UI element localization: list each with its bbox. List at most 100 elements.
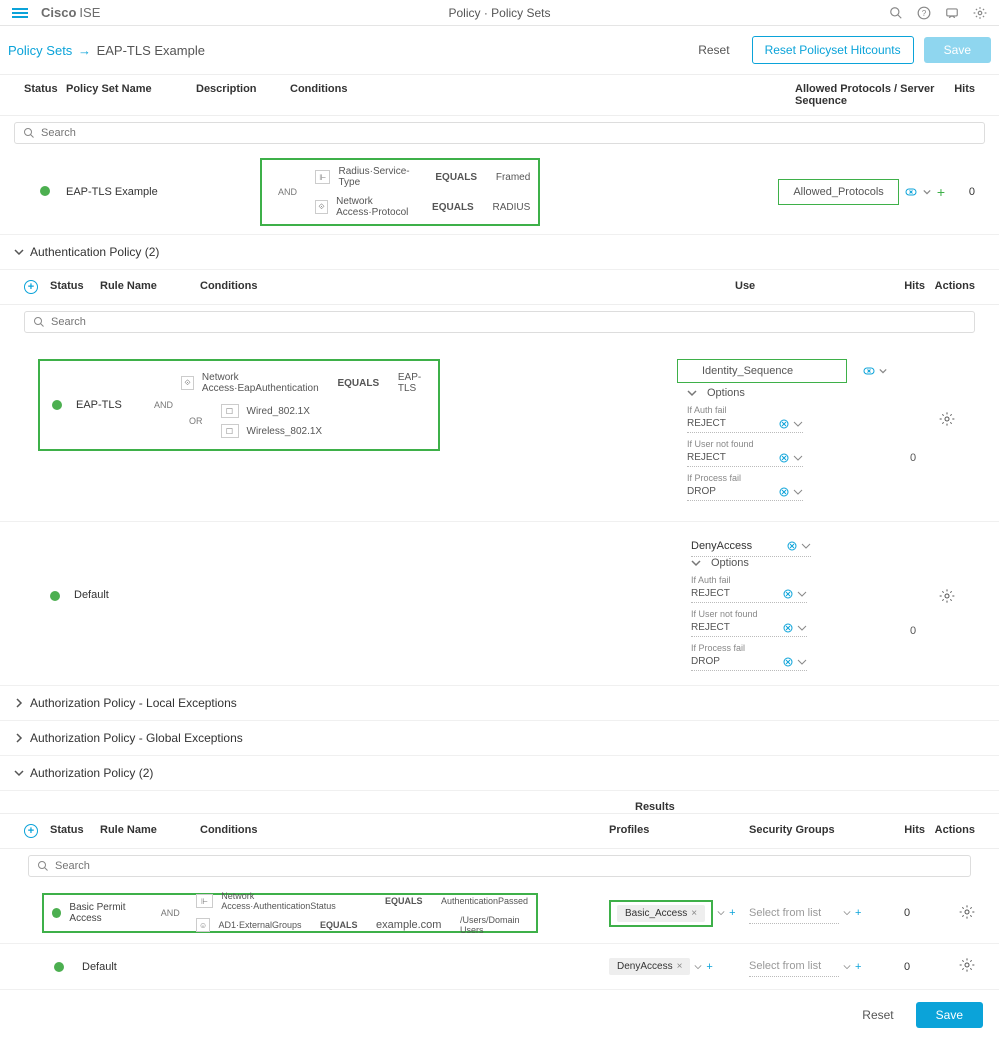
chevron-down-icon bbox=[687, 388, 697, 398]
col-proto: Allowed Protocols / Server Sequence bbox=[795, 83, 945, 107]
clear-icon bbox=[783, 657, 793, 667]
add-rule-button[interactable]: + bbox=[24, 280, 38, 294]
process-fail-select[interactable]: DROP bbox=[687, 483, 803, 501]
authn-search-input[interactable] bbox=[51, 316, 966, 328]
authz-rule-basic-permit: Basic Permit Access AND ⊩ Network Access… bbox=[0, 883, 999, 944]
chevron-down-icon[interactable] bbox=[694, 963, 702, 971]
chevron-down-icon[interactable] bbox=[879, 367, 887, 375]
clear-icon[interactable] bbox=[863, 365, 875, 377]
allowed-protocols-field[interactable]: Allowed_Protocols bbox=[778, 179, 899, 205]
process-fail-select[interactable]: DROP bbox=[691, 653, 807, 671]
authz-search-input[interactable] bbox=[55, 860, 962, 872]
identity-sequence-field[interactable]: Identity_Sequence bbox=[677, 359, 847, 383]
profile-chip-box[interactable]: Basic_Access× bbox=[609, 900, 713, 927]
clear-icon bbox=[787, 541, 797, 551]
gear-icon[interactable] bbox=[973, 6, 987, 20]
page-title: Policy · Policy Sets bbox=[448, 6, 550, 20]
security-group-select[interactable]: Select from list bbox=[749, 956, 839, 977]
auth-fail-select[interactable]: REJECT bbox=[691, 585, 807, 603]
save-button[interactable]: Save bbox=[924, 37, 991, 63]
add-icon[interactable]: + bbox=[706, 961, 712, 973]
chip-remove-icon[interactable]: × bbox=[691, 908, 697, 919]
chip-remove-icon[interactable]: × bbox=[677, 961, 683, 972]
chevron-down-icon[interactable] bbox=[843, 909, 851, 917]
add-icon[interactable]: + bbox=[937, 184, 945, 200]
authz-global-toggle[interactable]: Authorization Policy - Global Exceptions bbox=[0, 721, 999, 756]
library-icon: ☐ bbox=[221, 424, 239, 438]
add-icon[interactable]: + bbox=[855, 907, 861, 919]
footer-reset-button[interactable]: Reset bbox=[850, 1002, 905, 1028]
svg-text:?: ? bbox=[922, 8, 927, 17]
add-icon[interactable]: + bbox=[729, 907, 735, 919]
user-nf-select[interactable]: REJECT bbox=[691, 619, 807, 637]
subheader: Policy Sets → EAP-TLS Example Reset Rese… bbox=[0, 26, 999, 74]
policyset-search-row bbox=[0, 116, 999, 150]
reset-hitcounts-button[interactable]: Reset Policyset Hitcounts bbox=[752, 36, 914, 64]
authn-section-toggle[interactable]: Authentication Policy (2) bbox=[0, 235, 999, 270]
breadcrumb-current: EAP-TLS Example bbox=[97, 43, 205, 58]
chevron-down-icon[interactable] bbox=[717, 909, 725, 917]
security-group-select[interactable]: Select from list bbox=[749, 903, 839, 924]
reset-button[interactable]: Reset bbox=[686, 37, 741, 63]
clear-icon bbox=[783, 623, 793, 633]
chevron-right-icon bbox=[14, 698, 24, 708]
rule-name[interactable]: Default bbox=[74, 589, 149, 601]
chevron-down-icon bbox=[797, 623, 807, 633]
authz-search[interactable] bbox=[28, 855, 971, 877]
feedback-icon[interactable] bbox=[945, 6, 959, 20]
cond-icon: ⟐ bbox=[181, 376, 194, 390]
add-icon[interactable]: + bbox=[855, 961, 861, 973]
authn-rule1-box: EAP-TLS AND ⟐ Network Access·EapAuthenti… bbox=[38, 359, 440, 451]
gear-icon[interactable] bbox=[939, 411, 955, 427]
gear-icon[interactable] bbox=[959, 957, 975, 973]
person-icon: ☺ bbox=[196, 918, 211, 932]
search-icon[interactable] bbox=[889, 6, 903, 20]
search-input-wrap[interactable] bbox=[14, 122, 985, 144]
policyset-conditions[interactable]: AND ⊩ Radius·Service-Type EQUALS Framed … bbox=[260, 158, 540, 226]
status-dot bbox=[52, 400, 62, 410]
add-rule-button[interactable]: + bbox=[24, 824, 38, 838]
status-dot bbox=[52, 908, 61, 918]
policyset-name[interactable]: EAP-TLS Example bbox=[66, 186, 196, 198]
authn-search[interactable] bbox=[24, 311, 975, 333]
rule-name[interactable]: EAP-TLS bbox=[76, 399, 146, 411]
authz-local-toggle[interactable]: Authorization Policy - Local Exceptions bbox=[0, 686, 999, 721]
chevron-down-icon[interactable] bbox=[843, 963, 851, 971]
profile-chip[interactable]: DenyAccess× bbox=[609, 958, 690, 975]
chevron-down-icon bbox=[801, 541, 811, 551]
chevron-down-icon[interactable] bbox=[923, 188, 931, 196]
auth-fail-select[interactable]: REJECT bbox=[687, 415, 803, 433]
breadcrumb-root[interactable]: Policy Sets bbox=[8, 43, 72, 58]
col-setname: Policy Set Name bbox=[66, 83, 196, 107]
gear-icon[interactable] bbox=[959, 904, 975, 920]
rule-name[interactable]: Default bbox=[82, 961, 162, 973]
authz-rule1-box: Basic Permit Access AND ⊩ Network Access… bbox=[42, 893, 538, 933]
search-icon bbox=[33, 316, 45, 328]
rule-hits: 0 bbox=[889, 907, 925, 919]
library-icon: ☐ bbox=[221, 404, 239, 418]
hamburger-icon[interactable] bbox=[12, 6, 28, 20]
authz-main-toggle[interactable]: Authorization Policy (2) bbox=[0, 756, 999, 791]
search-input[interactable] bbox=[41, 127, 976, 139]
authn-rule-default: Default DenyAccess Options If Auth fail … bbox=[0, 522, 999, 686]
brand-logo: CiscoISE bbox=[38, 5, 100, 20]
clear-icon bbox=[779, 419, 789, 429]
options-toggle[interactable]: Options bbox=[691, 557, 851, 569]
profile-chip: Basic_Access× bbox=[617, 905, 705, 922]
user-nf-select[interactable]: REJECT bbox=[687, 449, 803, 467]
footer-save-button[interactable]: Save bbox=[916, 1002, 983, 1028]
status-dot bbox=[54, 962, 64, 972]
clear-icon[interactable] bbox=[905, 186, 917, 198]
chevron-down-icon bbox=[793, 419, 803, 429]
clear-icon bbox=[779, 487, 789, 497]
gear-icon[interactable] bbox=[939, 588, 955, 604]
search-icon bbox=[37, 860, 49, 872]
help-icon[interactable]: ? bbox=[917, 6, 931, 20]
denyaccess-field[interactable]: DenyAccess bbox=[691, 536, 811, 557]
rule-name[interactable]: Basic Permit Access bbox=[69, 902, 144, 924]
clear-icon bbox=[779, 453, 789, 463]
rule-hits: 0 bbox=[903, 452, 923, 464]
rule-hits: 0 bbox=[903, 625, 923, 637]
options-toggle[interactable]: Options bbox=[687, 387, 847, 399]
authz-header-row: + Status Rule Name Conditions Profiles S… bbox=[0, 813, 999, 849]
